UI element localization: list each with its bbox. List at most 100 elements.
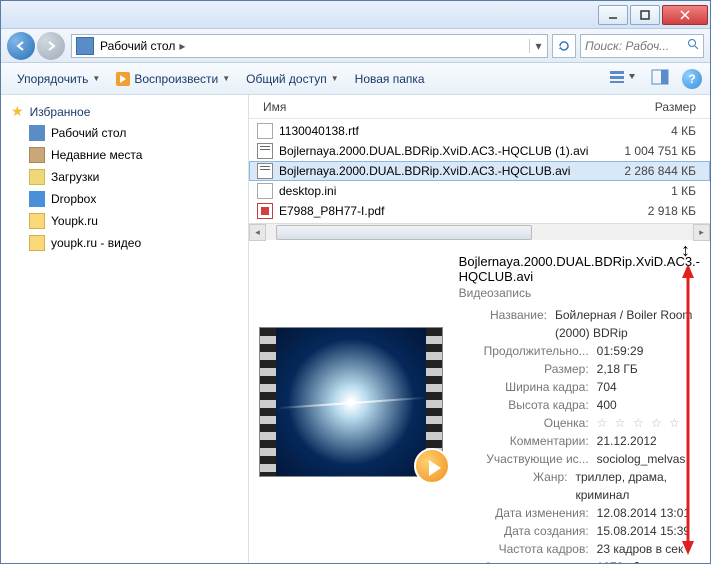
- property-row: Название:Бойлерная / Boiler Room (2000) …: [459, 306, 700, 342]
- star-icon: ★: [11, 103, 24, 120]
- table-row[interactable]: E7988_P8H77-I.pdf 2 918 КБ: [249, 201, 710, 221]
- titlebar: [1, 1, 710, 29]
- forward-button[interactable]: [37, 32, 65, 60]
- breadcrumb-dropdown[interactable]: ▾: [529, 39, 547, 53]
- property-value: 12.08.2014 13:01: [597, 504, 690, 522]
- scrollbar-track[interactable]: [266, 224, 693, 241]
- organize-button[interactable]: Упорядочить▼: [9, 68, 108, 90]
- sidebar-item-desktop[interactable]: Рабочий стол: [1, 122, 248, 144]
- file-icon: [257, 143, 273, 159]
- search-input[interactable]: Поиск: Рабоч...: [580, 34, 704, 58]
- property-label: Частота кадров:: [459, 540, 589, 558]
- breadcrumb[interactable]: Рабочий стол ▸ ▾: [71, 34, 548, 58]
- favorites-group[interactable]: ★Избранное: [1, 101, 248, 122]
- property-value: 1973 кбит в сек: [597, 558, 683, 563]
- property-row: Ширина кадра:704: [459, 378, 700, 396]
- column-name[interactable]: Имя: [257, 100, 649, 114]
- property-label: Оценка:: [459, 414, 589, 432]
- search-icon: [687, 38, 699, 53]
- explorer-body: ★Избранное Рабочий стол Недавние места З…: [1, 95, 710, 563]
- chevron-down-icon: ▼: [331, 74, 339, 83]
- sidebar-item-youpk[interactable]: Youpk.ru: [1, 210, 248, 232]
- column-size[interactable]: Размер: [649, 100, 702, 114]
- scrollbar-thumb[interactable]: [276, 225, 532, 240]
- file-size: 2 918 КБ: [602, 204, 702, 218]
- property-value: 23 кадров в сек: [597, 540, 684, 558]
- property-label: Название:: [459, 306, 547, 342]
- file-list: 1130040138.rtf4 КБ Bojlernaya.2000.DUAL.B…: [249, 119, 710, 223]
- downloads-icon: [29, 169, 45, 185]
- file-name: Bojlernaya.2000.DUAL.BDRip.XviD.AC3.-HQC…: [279, 164, 596, 178]
- search-placeholder: Поиск: Рабоч...: [585, 39, 669, 53]
- resize-handle-icon[interactable]: ↕: [681, 240, 690, 261]
- play-icon: [116, 72, 130, 86]
- chevron-down-icon: ▼: [92, 74, 100, 83]
- property-value: 01:59:29: [597, 342, 644, 360]
- file-name: Bojlernaya.2000.DUAL.BDRip.XviD.AC3.-HQC…: [279, 144, 596, 158]
- file-icon: [257, 203, 273, 219]
- details-pane: ↕ Bojlernaya.2000.DUAL.BDRip.XviD.AC3.-H…: [249, 240, 710, 563]
- file-size: 2 286 844 КБ: [602, 164, 702, 178]
- property-value: 2,18 ГБ: [597, 360, 638, 378]
- property-label: Дата изменения:: [459, 504, 589, 522]
- property-label: Высота кадра:: [459, 396, 589, 414]
- table-row[interactable]: desktop.ini 1 КБ: [249, 181, 710, 201]
- chevron-right-icon[interactable]: ▸: [177, 39, 187, 53]
- sidebar-item-youpk-video[interactable]: youpk.ru - видео: [1, 232, 248, 254]
- back-button[interactable]: [7, 32, 35, 60]
- property-row: Скорость переда... 1973 кбит в сек: [459, 558, 700, 563]
- file-icon: [257, 163, 273, 179]
- property-row: Размер:2,18 ГБ: [459, 360, 700, 378]
- preview-pane-button[interactable]: [644, 66, 676, 91]
- property-row: Дата создания:15.08.2014 15:39: [459, 522, 700, 540]
- maximize-button[interactable]: [630, 5, 660, 25]
- file-name: desktop.ini: [279, 184, 596, 198]
- wmp-play-icon: [414, 448, 450, 484]
- share-button[interactable]: Общий доступ▼: [238, 68, 347, 90]
- properties-list: Bojlernaya.2000.DUAL.BDRip.XviD.AC3.-HQC…: [459, 250, 700, 553]
- file-icon: [257, 183, 273, 199]
- breadcrumb-location[interactable]: Рабочий стол: [98, 39, 177, 53]
- view-mode-button[interactable]: [602, 66, 644, 91]
- play-button[interactable]: Воспроизвести▼: [108, 68, 238, 90]
- table-row[interactable]: Bojlernaya.2000.DUAL.BDRip.XviD.AC3.-HQC…: [249, 161, 710, 181]
- table-row[interactable]: Bojlernaya.2000.DUAL.BDRip.XviD.AC3.-HQC…: [249, 141, 710, 161]
- sidebar-item-dropbox[interactable]: Dropbox: [1, 188, 248, 210]
- property-row: Высота кадра:400: [459, 396, 700, 414]
- property-row: Продолжительно... 01:59:29: [459, 342, 700, 360]
- property-value: 21.12.2012: [597, 432, 657, 450]
- scroll-right-icon[interactable]: ▸: [693, 224, 710, 241]
- file-icon: [257, 123, 273, 139]
- minimize-button[interactable]: [598, 5, 628, 25]
- main-pane: Имя Размер 1130040138.rtf4 КБ Bojlernaya.…: [249, 95, 710, 563]
- property-row: Жанр:триллер, драма, криминал: [459, 468, 700, 504]
- sidebar-item-downloads[interactable]: Загрузки: [1, 166, 248, 188]
- property-label: Скорость переда...: [459, 558, 589, 563]
- property-row: Дата изменения: 12.08.2014 13:01: [459, 504, 700, 522]
- refresh-button[interactable]: [552, 34, 576, 58]
- property-row: Частота кадров: 23 кадров в сек: [459, 540, 700, 558]
- close-button[interactable]: [662, 5, 708, 25]
- property-label: Продолжительно...: [459, 342, 589, 360]
- file-size: 1 004 751 КБ: [602, 144, 702, 158]
- property-value: ☆ ☆ ☆ ☆ ☆: [597, 414, 682, 432]
- help-button[interactable]: ?: [682, 69, 702, 89]
- file-name: E7988_P8H77-I.pdf: [279, 204, 596, 218]
- folder-icon: [29, 213, 45, 229]
- toolbar: Упорядочить▼ Воспроизвести▼ Общий доступ…: [1, 63, 710, 95]
- scroll-left-icon[interactable]: ◂: [249, 224, 266, 241]
- desktop-icon: [29, 125, 45, 141]
- video-thumbnail: [259, 327, 443, 477]
- navigation-bar: Рабочий стол ▸ ▾ Поиск: Рабоч...: [1, 29, 710, 63]
- new-folder-button[interactable]: Новая папка: [347, 68, 433, 90]
- file-name: 1130040138.rtf: [279, 124, 596, 138]
- chevron-down-icon: ▼: [222, 74, 230, 83]
- column-headers: Имя Размер: [249, 95, 710, 119]
- annotation-arrow: [682, 264, 694, 555]
- horizontal-scrollbar[interactable]: ◂ ▸: [249, 223, 710, 240]
- property-value: sociolog_melvas: [597, 450, 686, 468]
- table-row[interactable]: 1130040138.rtf4 КБ: [249, 121, 710, 141]
- file-size: 1 КБ: [602, 184, 702, 198]
- details-type: Видеозапись: [459, 286, 700, 300]
- sidebar-item-recent[interactable]: Недавние места: [1, 144, 248, 166]
